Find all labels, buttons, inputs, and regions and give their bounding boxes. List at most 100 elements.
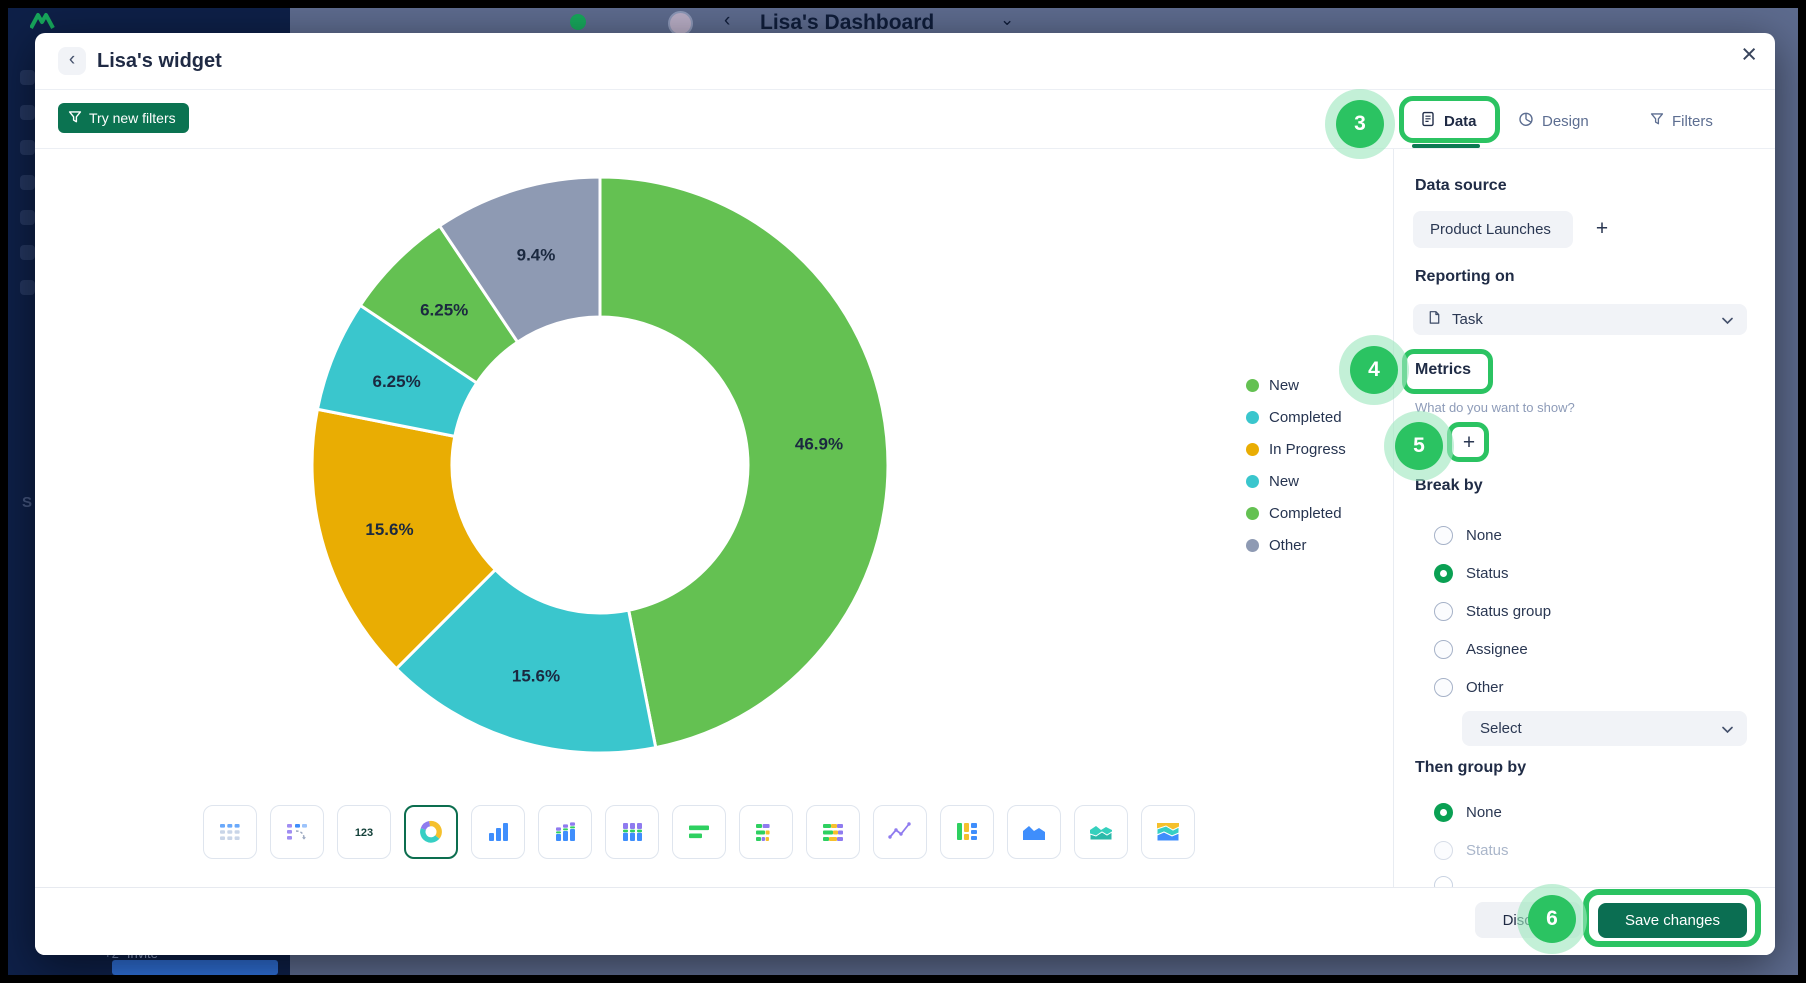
radio-option[interactable]: Status	[1434, 554, 1551, 592]
segment-value-label: 15.6%	[365, 520, 413, 539]
bar-icon	[685, 818, 713, 846]
widget-editor-modal: ‹ Lisa's widget × Try new filters Data D…	[35, 33, 1775, 955]
sidebar-progress-bar	[112, 960, 278, 975]
stacked-bar-100-icon	[819, 818, 847, 846]
legend-item: In Progress	[1246, 433, 1346, 465]
break-by-other-select[interactable]: Select	[1462, 711, 1747, 746]
donut-icon	[417, 818, 445, 846]
modal-footer: Discard Save changes	[35, 887, 1775, 955]
close-icon[interactable]: ×	[1741, 41, 1757, 68]
tab-design-label: Design	[1542, 113, 1589, 130]
svg-text:123: 123	[355, 827, 373, 839]
donut-chart: 46.9%15.6%15.6%6.25%6.25%9.4%	[310, 175, 890, 755]
chart-type-stacked-area-button[interactable]	[1074, 805, 1128, 859]
chart-legend: NewCompletedIn ProgressNewCompletedOther	[1246, 369, 1346, 561]
chart-type-area-button[interactable]	[1007, 805, 1061, 859]
chart-type-stacked-bar-100-button[interactable]	[806, 805, 860, 859]
try-new-filters-button[interactable]: Try new filters	[58, 103, 189, 133]
chart-type-pivot-button[interactable]	[270, 805, 324, 859]
save-changes-button[interactable]: Save changes	[1598, 903, 1747, 938]
pivot-icon	[283, 818, 311, 846]
divider	[35, 148, 1775, 149]
legend-item: Other	[1246, 529, 1346, 561]
chart-type-stacked-area-100-button[interactable]	[1141, 805, 1195, 859]
chevron-down-icon	[1722, 720, 1733, 737]
radio-button[interactable]	[1434, 841, 1453, 860]
back-chevron-icon: ‹	[724, 10, 730, 32]
radio-label: None	[1466, 804, 1502, 821]
radio-button[interactable]	[1434, 602, 1453, 621]
data-source-value: Product Launches	[1430, 221, 1551, 238]
radio-button[interactable]	[1434, 640, 1453, 659]
annotation-step-4: 4	[1350, 346, 1398, 394]
segment-value-label: 46.9%	[795, 435, 843, 454]
legend-label: New	[1269, 377, 1299, 394]
table-icon	[216, 818, 244, 846]
radio-button[interactable]	[1434, 526, 1453, 545]
radio-button[interactable]	[1434, 803, 1453, 822]
tab-data[interactable]: Data	[1420, 106, 1477, 136]
funnel-icon	[68, 110, 82, 127]
select-value: Select	[1480, 720, 1522, 737]
then-group-by-label: Then group by	[1415, 759, 1526, 777]
tab-data-label: Data	[1444, 113, 1477, 130]
annotation-step-5: 5	[1395, 422, 1443, 470]
chart-type-bar-button[interactable]	[672, 805, 726, 859]
radio-option[interactable]: None	[1434, 793, 1509, 831]
board-icon	[953, 818, 981, 846]
chart-type-column-button[interactable]	[471, 805, 525, 859]
reporting-on-value: Task	[1452, 311, 1483, 328]
data-source-label: Data source	[1415, 177, 1507, 195]
chart-type-line-button[interactable]	[873, 805, 927, 859]
reporting-on-dropdown[interactable]: Task	[1413, 304, 1747, 335]
legend-label: Completed	[1269, 505, 1342, 522]
document-icon	[1427, 310, 1442, 329]
modal-header: ‹ Lisa's widget ×	[35, 33, 1775, 90]
legend-swatch	[1246, 411, 1259, 424]
radio-option[interactable]: Status	[1434, 831, 1509, 869]
add-data-source-button[interactable]: +	[1587, 213, 1617, 245]
break-by-label: Break by	[1415, 477, 1483, 495]
radio-option[interactable]: None	[1434, 516, 1551, 554]
radio-option[interactable]: Other	[1434, 668, 1551, 706]
dashboard-title: Lisa's Dashboard	[760, 11, 934, 35]
legend-item: Completed	[1246, 497, 1346, 529]
add-metric-button[interactable]: +	[1452, 427, 1486, 459]
area-icon	[1020, 818, 1048, 846]
panel-divider	[1393, 149, 1394, 887]
workspace-dot-icon	[570, 14, 586, 30]
radio-button[interactable]	[1434, 678, 1453, 697]
data-source-chip[interactable]: Product Launches	[1413, 211, 1573, 248]
chart-type-table-button[interactable]	[203, 805, 257, 859]
chart-type-number-button[interactable]: 123	[337, 805, 391, 859]
segment-value-label: 15.6%	[512, 666, 560, 685]
donut-segment[interactable]	[600, 177, 888, 748]
radio-button[interactable]	[1434, 564, 1453, 583]
back-button[interactable]: ‹	[58, 47, 86, 75]
spaces-label: S	[22, 494, 32, 511]
tab-filters[interactable]: Filters	[1650, 106, 1713, 136]
chart-type-board-button[interactable]	[940, 805, 994, 859]
tab-design[interactable]: Design	[1518, 106, 1589, 136]
widget-title: Lisa's widget	[97, 50, 222, 73]
sidebar-icon	[20, 245, 35, 260]
radio-option[interactable]: Assignee	[1434, 630, 1551, 668]
legend-swatch	[1246, 539, 1259, 552]
chart-type-stacked-column-100-button[interactable]	[605, 805, 659, 859]
legend-label: In Progress	[1269, 441, 1346, 458]
radio-option[interactable]: Status group	[1434, 592, 1551, 630]
chart-type-donut-button[interactable]	[404, 805, 458, 859]
legend-swatch	[1246, 507, 1259, 520]
chart-type-stacked-bar-button[interactable]	[739, 805, 793, 859]
legend-item: Completed	[1246, 401, 1346, 433]
sidebar-icon	[20, 140, 35, 155]
chart-type-selector: 123	[203, 805, 1195, 859]
chevron-down-icon: ⌄	[1000, 10, 1014, 30]
line-icon	[886, 818, 914, 846]
tab-filters-label: Filters	[1672, 113, 1713, 130]
legend-item: New	[1246, 369, 1346, 401]
pie-chart-icon	[1518, 111, 1534, 131]
segment-value-label: 6.25%	[420, 301, 468, 320]
number-icon: 123	[350, 818, 378, 846]
chart-type-stacked-column-button[interactable]	[538, 805, 592, 859]
